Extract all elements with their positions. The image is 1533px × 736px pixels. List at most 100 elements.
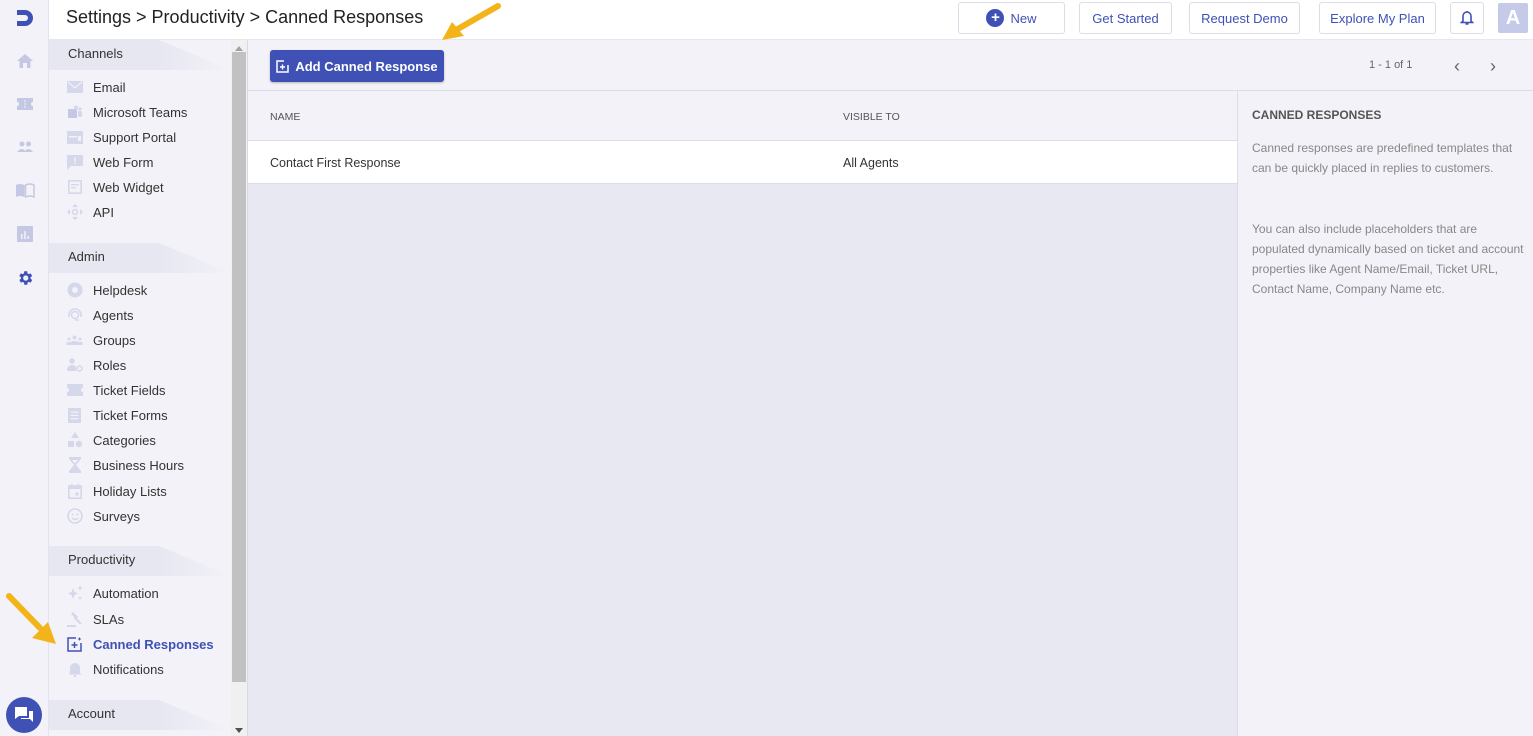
tickets-icon[interactable] — [15, 94, 35, 114]
chat-support-button[interactable] — [6, 697, 42, 733]
chevron-left-icon: ‹ — [1454, 55, 1460, 76]
ticket-icon — [66, 382, 83, 399]
lifebuoy-icon — [66, 282, 83, 299]
sidebar-item-helpdesk[interactable]: Helpdesk — [66, 279, 147, 301]
item-label: Helpdesk — [93, 282, 148, 298]
item-label: SLAs — [93, 611, 125, 627]
new-label: New — [1010, 10, 1037, 26]
section-admin: Admin — [49, 243, 231, 273]
sidebar-item-microsoft-teams[interactable]: Microsoft Teams — [66, 101, 187, 123]
reports-icon[interactable] — [15, 224, 35, 244]
item-label: Ticket Fields — [93, 382, 166, 398]
sidebar-item-holiday-lists[interactable]: Holiday Lists — [66, 480, 167, 502]
breadcrumb: Settings > Productivity > Canned Respons… — [66, 7, 424, 27]
chat-icon — [15, 707, 33, 722]
section-title: Productivity — [68, 552, 136, 567]
section-productivity: Productivity — [49, 546, 231, 576]
item-label: Roles — [93, 357, 127, 373]
request-demo-button[interactable]: Request Demo — [1189, 2, 1300, 34]
sidebar-item-slas[interactable]: SLAs — [66, 608, 124, 630]
shapes-icon — [66, 432, 83, 449]
main-content: Add Canned Response 1 - 1 of 1 ‹ › NAME … — [247, 40, 1533, 736]
scrollbar-thumb[interactable] — [232, 52, 246, 682]
item-label: Notifications — [93, 661, 164, 677]
item-label: Ticket Forms — [93, 407, 168, 423]
sidebar-item-agents[interactable]: Agents — [66, 304, 133, 326]
column-header-name[interactable]: NAME — [270, 111, 300, 123]
sidebar-item-groups[interactable]: Groups — [66, 329, 136, 351]
sidebar-item-web-form[interactable]: Web Form — [66, 151, 153, 173]
user-avatar[interactable]: A — [1498, 3, 1528, 33]
teams-icon — [66, 104, 83, 121]
cell-name: Contact First Response — [270, 156, 401, 170]
knowledge-base-icon[interactable] — [15, 180, 35, 200]
scroll-down-arrow-icon[interactable] — [235, 728, 243, 733]
get-started-button[interactable]: Get Started — [1079, 2, 1172, 34]
section-channels: Channels — [49, 40, 231, 70]
user-gear-icon — [66, 357, 83, 374]
agent-headset-icon — [66, 307, 83, 324]
sidebar-item-automation[interactable]: Automation — [66, 582, 159, 604]
bell-icon — [1460, 11, 1474, 25]
scroll-up-arrow-icon[interactable] — [235, 46, 243, 51]
item-label: Holiday Lists — [93, 483, 167, 499]
new-button[interactable]: + New — [958, 2, 1065, 34]
sidebar-item-ticket-forms[interactable]: Ticket Forms — [66, 404, 168, 426]
sidebar-item-canned-responses[interactable]: Canned Responses — [66, 633, 214, 655]
item-label: Categories — [93, 432, 156, 448]
notifications-button[interactable] — [1450, 2, 1484, 34]
sidebar-item-web-widget[interactable]: Web Widget — [66, 176, 164, 198]
info-panel: CANNED RESPONSES Canned responses are pr… — [1237, 91, 1533, 736]
portal-icon — [66, 129, 83, 146]
sparkles-icon — [66, 585, 83, 602]
add-document-icon — [276, 59, 290, 73]
sidebar-item-ticket-fields[interactable]: Ticket Fields — [66, 379, 165, 401]
smiley-icon — [66, 508, 83, 525]
section-title: Account — [68, 706, 115, 721]
item-label: Business Hours — [93, 457, 185, 473]
prev-page-button[interactable]: ‹ — [1448, 54, 1466, 78]
cell-visible-to: All Agents — [843, 156, 899, 170]
sidebar-item-roles[interactable]: Roles — [66, 354, 126, 376]
contacts-icon[interactable] — [15, 137, 35, 157]
info-paragraph: You can also include placeholders that a… — [1252, 222, 1524, 296]
groups-icon — [66, 332, 83, 349]
widget-icon — [66, 179, 83, 196]
section-account: Account — [49, 700, 231, 730]
item-label: Microsoft Teams — [93, 104, 188, 120]
app-rail — [0, 0, 49, 736]
info-paragraph: Canned responses are predefined template… — [1252, 141, 1513, 175]
settings-icon[interactable] — [15, 268, 35, 288]
calendar-icon — [66, 483, 83, 500]
sidebar-scrollbar[interactable] — [231, 40, 247, 736]
item-label: Groups — [93, 332, 136, 348]
sidebar-item-email[interactable]: Email — [66, 76, 126, 98]
api-icon — [66, 204, 83, 221]
add-canned-response-button[interactable]: Add Canned Response — [270, 50, 444, 82]
item-label: Agents — [93, 307, 134, 323]
item-label: Automation — [93, 585, 159, 601]
item-label: Surveys — [93, 508, 140, 524]
gavel-icon — [66, 611, 83, 628]
item-label: Email — [93, 79, 126, 95]
sidebar-item-categories[interactable]: Categories — [66, 429, 156, 451]
sidebar-item-surveys[interactable]: Surveys — [66, 505, 140, 527]
explore-plan-button[interactable]: Explore My Plan — [1319, 2, 1436, 34]
column-header-visible-to[interactable]: VISIBLE TO — [843, 111, 900, 123]
info-panel-title: CANNED RESPONSES — [1252, 108, 1382, 122]
next-page-button[interactable]: › — [1484, 54, 1502, 78]
sidebar-item-support-portal[interactable]: Support Portal — [66, 126, 176, 148]
chevron-right-icon: › — [1490, 55, 1496, 76]
form-icon — [66, 407, 83, 424]
envelope-icon — [66, 79, 83, 96]
app-logo-icon[interactable] — [13, 7, 37, 29]
canned-response-icon — [66, 636, 83, 653]
item-label: Canned Responses — [93, 636, 214, 652]
sidebar-item-api[interactable]: API — [66, 201, 114, 223]
table-row[interactable]: Contact First Response All Agents — [248, 141, 1238, 184]
item-label: API — [93, 204, 114, 220]
sidebar-item-notifications[interactable]: Notifications — [66, 658, 164, 680]
home-icon[interactable] — [15, 51, 35, 71]
bell-icon — [66, 661, 83, 678]
sidebar-item-business-hours[interactable]: Business Hours — [66, 454, 184, 476]
